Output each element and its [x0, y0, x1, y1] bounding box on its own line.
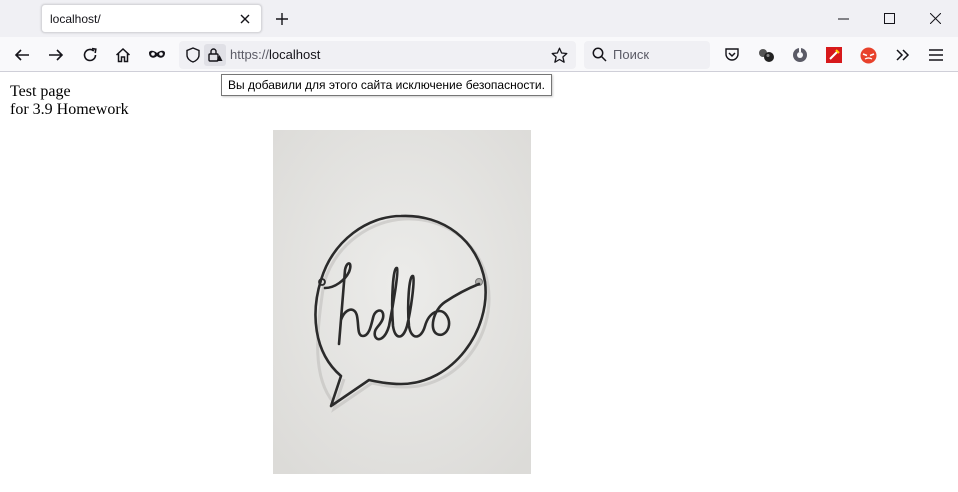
- search-icon: [592, 47, 607, 66]
- search-bar[interactable]: Поиск: [584, 41, 710, 69]
- pocket-icon[interactable]: [718, 41, 746, 69]
- close-tab-icon[interactable]: [235, 9, 255, 29]
- bookmark-star-icon[interactable]: [551, 47, 568, 68]
- extension-red-face-icon[interactable]: [854, 41, 882, 69]
- hello-sign-image: [273, 130, 531, 474]
- extension-circle-icon[interactable]: [786, 41, 814, 69]
- page-heading-line1: Test page: [10, 83, 71, 100]
- security-lock-warning-icon[interactable]: [204, 44, 226, 66]
- page-heading-line2: for 3.9 Homework: [10, 101, 129, 118]
- maximize-icon[interactable]: [866, 0, 912, 37]
- tab-localhost[interactable]: localhost/: [41, 4, 262, 33]
- tab-strip: localhost/: [0, 0, 958, 37]
- minimize-icon[interactable]: [820, 0, 866, 37]
- back-icon[interactable]: [8, 41, 36, 69]
- url-host: localhost: [269, 47, 321, 62]
- forward-icon[interactable]: [42, 41, 70, 69]
- url-bar[interactable]: https://localhost: [179, 41, 576, 69]
- search-placeholder: Поиск: [613, 47, 650, 62]
- page-content: Test page for 3.9 Homework: [10, 83, 129, 119]
- navigation-toolbar: https://localhost Поиск: [0, 37, 958, 72]
- reload-icon[interactable]: [76, 41, 104, 69]
- new-tab-icon[interactable]: [272, 9, 292, 29]
- extension-spheres-icon[interactable]: [752, 41, 780, 69]
- private-mask-icon[interactable]: [143, 41, 171, 69]
- overflow-chevrons-icon[interactable]: [888, 41, 916, 69]
- extension-red-tool-icon[interactable]: [820, 41, 848, 69]
- security-exception-tooltip: Вы добавили для этого сайта исключение б…: [221, 74, 552, 96]
- url-text[interactable]: https://localhost: [230, 47, 320, 62]
- hello-sign-drawing: [273, 130, 531, 474]
- tracking-shield-icon[interactable]: [185, 47, 201, 67]
- menu-hamburger-icon[interactable]: [922, 41, 950, 69]
- tab-title: localhost/: [50, 12, 101, 26]
- close-window-icon[interactable]: [912, 0, 958, 37]
- url-protocol: https://: [230, 47, 270, 62]
- home-icon[interactable]: [109, 41, 137, 69]
